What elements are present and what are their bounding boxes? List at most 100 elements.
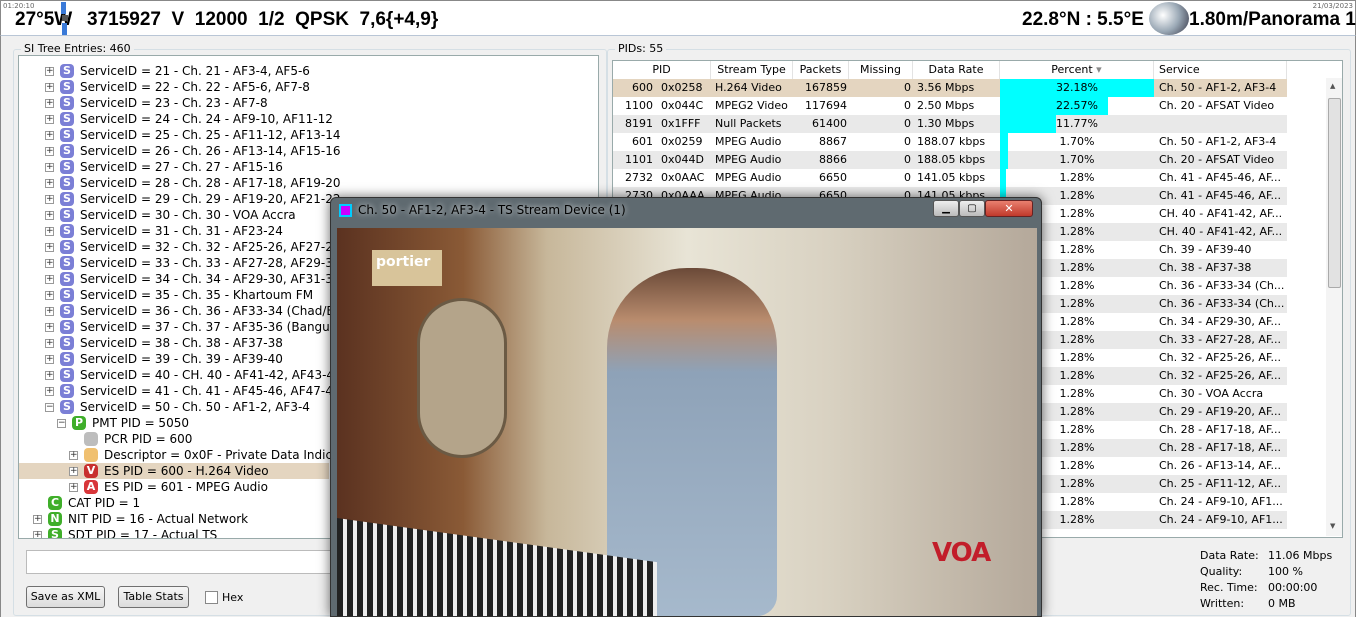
tree-item[interactable]: + S ServiceID = 34 - Ch. 34 - AF29-30, AF3… <box>19 271 340 287</box>
tree-item-label: SDT PID = 17 - Actual TS <box>68 528 218 539</box>
expand-icon[interactable]: + <box>45 307 54 316</box>
collapse-icon[interactable]: − <box>45 403 54 412</box>
expand-icon[interactable]: + <box>45 67 54 76</box>
column-header-label: Data Rate <box>928 63 984 76</box>
expand-icon[interactable]: + <box>45 275 54 284</box>
expand-icon[interactable]: + <box>45 355 54 364</box>
quality-value: 100 % <box>1268 565 1303 578</box>
tree-item[interactable]: − S ServiceID = 50 - Ch. 50 - AF1-2, AF3-4 <box>19 399 329 415</box>
service-icon: S <box>60 384 74 398</box>
service-cell: Ch. 20 - AFSAT Video <box>1159 99 1275 112</box>
tree-item[interactable]: + A ES PID = 601 - MPEG Audio <box>19 479 329 495</box>
tree-item[interactable]: + S ServiceID = 38 - Ch. 38 - AF37-38 <box>19 335 329 351</box>
expand-icon[interactable]: + <box>45 387 54 396</box>
scroll-up-icon[interactable]: ▲ <box>1330 82 1335 90</box>
expand-icon[interactable]: + <box>45 211 54 220</box>
tree-item[interactable]: + S ServiceID = 36 - Ch. 36 - AF33-34 (Cha… <box>19 303 368 319</box>
rec-time-value: 00:00:00 <box>1268 581 1318 594</box>
expand-icon[interactable]: + <box>69 467 78 476</box>
scroll-thumb[interactable] <box>1328 98 1341 288</box>
expand-icon[interactable]: + <box>69 483 78 492</box>
column-header-percent[interactable]: Percent ▾ <box>1000 61 1154 79</box>
stream-player-window[interactable]: Ch. 50 - AF1-2, AF3-4 - TS Stream Device… <box>330 197 1042 617</box>
expand-icon[interactable]: + <box>45 371 54 380</box>
tree-item[interactable]: + S ServiceID = 26 - Ch. 26 - AF13-14, AF1… <box>19 143 340 159</box>
text-field[interactable] <box>26 550 336 574</box>
column-header-missing[interactable]: Missing <box>849 61 913 79</box>
expand-icon[interactable]: + <box>45 339 54 348</box>
tree-item[interactable]: + S ServiceID = 31 - Ch. 31 - AF23-24 <box>19 223 329 239</box>
expand-icon[interactable]: + <box>69 451 78 460</box>
column-header-stream-type[interactable]: Stream Type <box>711 61 793 79</box>
tree-item[interactable]: + S ServiceID = 28 - Ch. 28 - AF17-18, AF1… <box>19 175 340 191</box>
column-header-service[interactable]: Service <box>1154 61 1287 79</box>
tree-item[interactable]: + S ServiceID = 27 - Ch. 27 - AF15-16 <box>19 159 329 175</box>
expand-icon[interactable]: + <box>45 131 54 140</box>
tree-item[interactable]: + S ServiceID = 23 - Ch. 23 - AF7-8 <box>19 95 329 111</box>
maximize-button[interactable]: ▢ <box>959 200 985 217</box>
video-icon: V <box>84 464 98 478</box>
expand-icon[interactable]: + <box>45 243 54 252</box>
expand-icon[interactable]: + <box>45 227 54 236</box>
table-row[interactable]: 600 0x0258 H.264 Video 167859 0 3.56 Mbps 32.1… <box>613 79 1287 97</box>
service-cell: CH. 40 - AF41-42, AF... <box>1159 207 1283 220</box>
expand-icon[interactable]: + <box>45 163 54 172</box>
video-display[interactable]: portier VOA <box>337 228 1037 616</box>
expand-icon[interactable]: + <box>45 291 54 300</box>
table-row[interactable]: 8191 0x1FFF Null Packets 61400 0 1.30 Mbps 11.… <box>613 115 1287 133</box>
service-cell: Ch. 28 - AF17-18, AF... <box>1159 441 1281 454</box>
tree-item[interactable]: + S ServiceID = 40 - CH. 40 - AF41-42, AF4… <box>19 367 342 383</box>
tree-item[interactable]: + S ServiceID = 30 - Ch. 30 - VOA Accra <box>19 207 329 223</box>
expand-icon[interactable]: + <box>33 531 42 538</box>
tree-item[interactable]: + Descriptor = 0x0F - Private Data Indica… <box>19 447 356 463</box>
expand-icon[interactable]: + <box>45 99 54 108</box>
tree-item[interactable]: + S ServiceID = 41 - Ch. 41 - AF45-46, AF4… <box>19 383 340 399</box>
service-icon: S <box>60 272 74 286</box>
tree-item[interactable]: C CAT PID = 1 <box>19 495 329 511</box>
tree-item[interactable]: + S ServiceID = 22 - Ch. 22 - AF5-6, AF7-8 <box>19 79 329 95</box>
table-stats-button[interactable]: Table Stats <box>118 586 189 608</box>
table-row[interactable]: 2732 0x0AAC MPEG Audio 6650 0 141.05 kbps 1.28… <box>613 169 1287 187</box>
expand-icon[interactable]: + <box>45 147 54 156</box>
collapse-icon[interactable]: − <box>57 419 66 428</box>
tree-item[interactable]: − P PMT PID = 5050 <box>19 415 329 431</box>
minimize-button[interactable]: ▁ <box>933 200 959 217</box>
scroll-down-icon[interactable]: ▼ <box>1330 522 1335 530</box>
tree-item[interactable]: + S ServiceID = 33 - Ch. 33 - AF27-28, AF2… <box>19 255 340 271</box>
expand-icon[interactable]: + <box>45 195 54 204</box>
service-icon: S <box>60 208 74 222</box>
missing-cell: 0 <box>904 117 911 130</box>
tree-item[interactable]: PCR PID = 600 <box>19 431 329 447</box>
tree-item[interactable]: + S SDT PID = 17 - Actual TS <box>19 527 329 539</box>
tree-item[interactable]: + S ServiceID = 29 - Ch. 29 - AF19-20, AF2… <box>19 191 340 207</box>
expand-icon[interactable]: + <box>33 515 42 524</box>
tree-item-label: ServiceID = 22 - Ch. 22 - AF5-6, AF7-8 <box>80 80 310 94</box>
table-row[interactable]: 1100 0x044C MPEG2 Video 117694 0 2.50 Mbps 22.… <box>613 97 1287 115</box>
pid-hex-cell: 0x044C <box>661 99 704 112</box>
table-row[interactable]: 1101 0x044D MPEG Audio 8866 0 188.05 kbps 1.70… <box>613 151 1287 169</box>
column-header-label: Stream Type <box>717 63 786 76</box>
hex-checkbox[interactable] <box>205 591 218 604</box>
column-header-packets[interactable]: Packets <box>793 61 849 79</box>
save-as-xml-button[interactable]: Save as XML <box>26 586 105 608</box>
pid-table-scrollbar[interactable]: ▲ ▼ <box>1326 78 1342 536</box>
close-button[interactable]: ✕ <box>985 200 1033 217</box>
column-header-pid[interactable]: PID <box>613 61 711 79</box>
tree-item[interactable]: + S ServiceID = 35 - Ch. 35 - Khartoum FM <box>19 287 329 303</box>
tree-item[interactable]: + S ServiceID = 37 - Ch. 37 - AF35-36 (Ban… <box>19 319 338 335</box>
tree-item[interactable]: + S ServiceID = 21 - Ch. 21 - AF3-4, AF5-6 <box>19 63 329 79</box>
expand-icon[interactable]: + <box>45 259 54 268</box>
column-header-data-rate[interactable]: Data Rate <box>913 61 1000 79</box>
tree-item[interactable]: + S ServiceID = 32 - Ch. 32 - AF25-26, AF2… <box>19 239 340 255</box>
tree-item[interactable]: + S ServiceID = 39 - Ch. 39 - AF39-40 <box>19 351 329 367</box>
stream-type-cell: MPEG Audio <box>715 171 782 184</box>
expand-icon[interactable]: + <box>45 83 54 92</box>
tree-item[interactable]: + V ES PID = 600 - H.264 Video <box>19 463 329 479</box>
expand-icon[interactable]: + <box>45 323 54 332</box>
table-row[interactable]: 601 0x0259 MPEG Audio 8867 0 188.07 kbps 1.70%… <box>613 133 1287 151</box>
expand-icon[interactable]: + <box>45 115 54 124</box>
expand-icon[interactable]: + <box>45 179 54 188</box>
tree-item[interactable]: + S ServiceID = 24 - Ch. 24 - AF9-10, AF11… <box>19 111 333 127</box>
tree-item[interactable]: + N NIT PID = 16 - Actual Network <box>19 511 329 527</box>
tree-item[interactable]: + S ServiceID = 25 - Ch. 25 - AF11-12, AF1… <box>19 127 340 143</box>
